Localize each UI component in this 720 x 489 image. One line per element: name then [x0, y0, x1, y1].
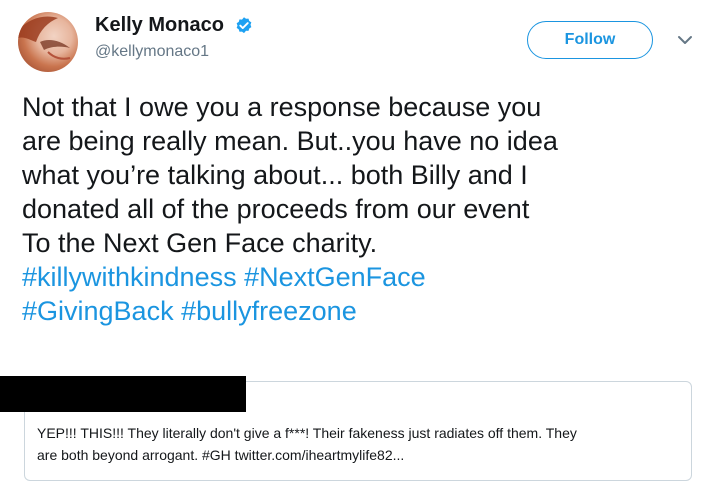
hashtag-link[interactable]: #NextGenFace [244, 262, 426, 292]
tweet-text-line: donated all of the proceeds from our eve… [22, 194, 530, 224]
hashtag-line: #killywithkindness #NextGenFace [22, 260, 712, 294]
avatar[interactable] [18, 12, 78, 72]
verified-badge-icon [237, 16, 252, 33]
hashtag-link[interactable]: #killywithkindness [22, 262, 237, 292]
tweet-text: Not that I owe you a response because yo… [22, 90, 712, 328]
quoted-tweet-line: are both beyond arrogant. #GH twitter.co… [37, 447, 405, 463]
hashtag-line: #GivingBack #bullyfreezone [22, 294, 712, 328]
chevron-down-icon[interactable] [674, 29, 696, 51]
tweet-text-line: what you’re talking about... both Billy … [22, 160, 528, 190]
display-name[interactable]: Kelly Monaco [95, 14, 224, 37]
avatar-image [18, 16, 71, 60]
tweet-text-line: are being really mean. But..you have no … [22, 126, 558, 156]
follow-button[interactable]: Follow [527, 21, 653, 59]
user-info: Kelly Monaco @kellymonaco1 [95, 14, 254, 61]
tweet-text-line: To the Next Gen Face charity. [22, 228, 378, 258]
hashtag-link[interactable]: #bullyfreezone [181, 296, 357, 326]
quoted-tweet-text: YEP!!! THIS!!! They literally don't give… [37, 422, 685, 466]
tweet-card: Kelly Monaco @kellymonaco1 Follow Not th… [0, 0, 720, 489]
redaction-bar [0, 376, 246, 412]
quoted-tweet-line: YEP!!! THIS!!! They literally don't give… [37, 425, 577, 441]
tweet-text-line: Not that I owe you a response because yo… [22, 92, 542, 122]
hashtag-link[interactable]: #GivingBack [22, 296, 174, 326]
user-handle[interactable]: @kellymonaco1 [95, 43, 254, 61]
